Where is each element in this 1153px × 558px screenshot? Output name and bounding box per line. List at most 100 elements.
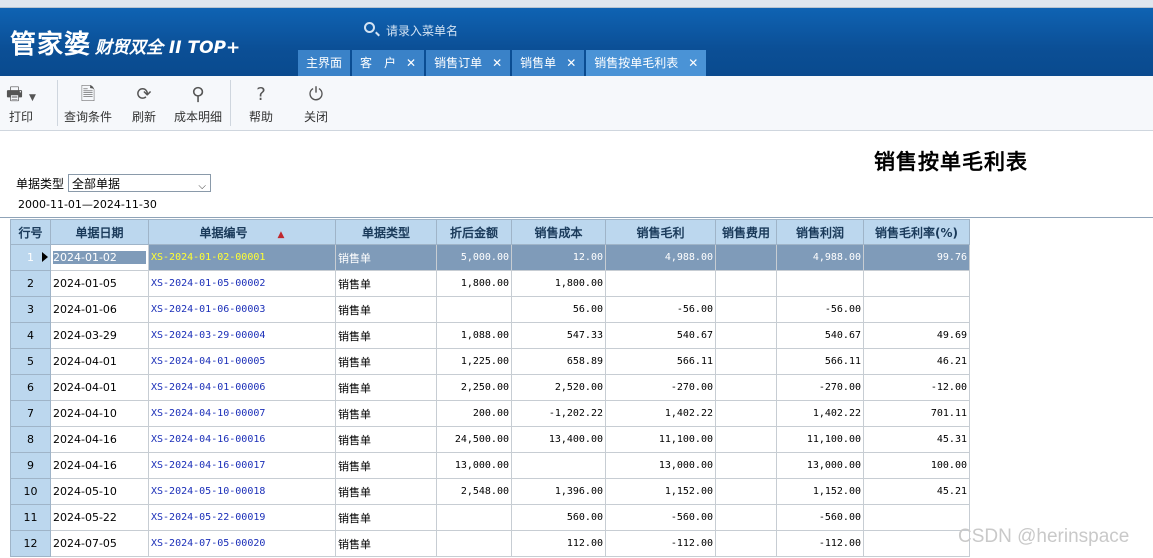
table-cell[interactable]: 2024-01-05 — [50, 270, 149, 297]
print-button[interactable]: 🖶 ▼ 打印 — [6, 84, 36, 125]
table-cell[interactable] — [436, 530, 512, 557]
table-row[interactable]: 6 2024-04-01 XS-2024-04-01-00006 销售单 2,250.0… — [10, 374, 970, 401]
table-cell[interactable]: 销售单 — [335, 244, 437, 271]
column-header[interactable]: 折后金额 — [436, 219, 512, 245]
table-cell[interactable]: 2024-04-01 — [50, 374, 149, 401]
table-cell[interactable]: 49.69 — [863, 322, 970, 349]
cost-detail-button[interactable]: ⚲ 成本明细 — [174, 84, 222, 125]
table-cell[interactable]: 2024-04-16 — [50, 426, 149, 453]
table-cell[interactable] — [715, 400, 777, 427]
table-cell[interactable]: 566.11 — [776, 348, 864, 375]
tab-sales-orders[interactable]: 销售订单 ✕ — [426, 50, 511, 76]
dropdown-arrow-icon[interactable]: ▼ — [29, 93, 36, 103]
table-cell[interactable] — [863, 270, 970, 297]
table-cell[interactable] — [715, 452, 777, 479]
table-cell[interactable]: 2024-04-01 — [50, 348, 149, 375]
table-cell[interactable]: XS-2024-04-01-00006 — [148, 374, 336, 401]
table-cell[interactable]: 701.11 — [863, 400, 970, 427]
table-cell[interactable]: 1,225.00 — [436, 348, 512, 375]
doc-type-select[interactable]: 全部单据 ⌵ — [68, 174, 212, 192]
table-cell[interactable]: 5,000.00 — [436, 244, 512, 271]
column-header[interactable]: 销售利润 — [776, 219, 864, 245]
table-cell[interactable]: 2024-07-05 — [50, 530, 149, 557]
table-cell[interactable]: -112.00 — [776, 530, 864, 557]
table-cell[interactable]: XS-2024-07-05-00020 — [148, 530, 336, 557]
table-cell[interactable]: XS-2024-04-01-00005 — [148, 348, 336, 375]
table-cell[interactable]: XS-2024-04-10-00007 — [148, 400, 336, 427]
table-cell[interactable] — [715, 322, 777, 349]
table-cell[interactable] — [715, 270, 777, 297]
column-header[interactable]: 单据类型 — [335, 219, 437, 245]
table-cell[interactable] — [605, 270, 716, 297]
table-cell[interactable]: XS-2024-01-05-00002 — [148, 270, 336, 297]
column-header[interactable]: 行号 — [10, 219, 51, 245]
table-cell[interactable]: -560.00 — [605, 504, 716, 531]
table-cell[interactable]: 2024-05-10 — [50, 478, 149, 505]
table-cell[interactable] — [715, 504, 777, 531]
table-cell[interactable]: -56.00 — [776, 296, 864, 323]
table-cell[interactable]: 12.00 — [511, 244, 606, 271]
table-cell[interactable]: 540.67 — [776, 322, 864, 349]
table-cell[interactable]: XS-2024-04-16-00016 — [148, 426, 336, 453]
table-cell[interactable]: 56.00 — [511, 296, 606, 323]
table-row[interactable]: 3 2024-01-06 XS-2024-01-06-00003 销售单 56.00 -5… — [10, 296, 970, 323]
tab-main[interactable]: 主界面 — [298, 50, 351, 76]
column-header[interactable]: 单据日期 — [50, 219, 149, 245]
table-row[interactable]: 12 2024-07-05 XS-2024-07-05-00020 销售单 112.00… — [10, 530, 970, 557]
column-header[interactable]: 销售费用 — [715, 219, 777, 245]
row-number[interactable]: 5 — [10, 348, 51, 375]
table-cell[interactable]: -560.00 — [776, 504, 864, 531]
table-cell[interactable]: -56.00 — [605, 296, 716, 323]
menu-search[interactable]: 请录入菜单名 — [364, 20, 544, 40]
table-cell[interactable]: 销售单 — [335, 322, 437, 349]
table-cell[interactable]: 销售单 — [335, 374, 437, 401]
row-number[interactable]: 9 — [10, 452, 51, 479]
table-cell[interactable]: 99.76 — [863, 244, 970, 271]
row-number[interactable]: 10 — [10, 478, 51, 505]
table-cell[interactable]: XS-2024-04-16-00017 — [148, 452, 336, 479]
table-row[interactable]: 8 2024-04-16 XS-2024-04-16-00016 销售单 24,500.… — [10, 426, 970, 453]
table-cell[interactable]: 11,100.00 — [605, 426, 716, 453]
table-cell[interactable]: 销售单 — [335, 452, 437, 479]
table-cell[interactable]: 销售单 — [335, 296, 437, 323]
table-row[interactable]: 1 2024-01-02 XS-2024-01-02-00001 销售单 5,000.0… — [10, 244, 970, 271]
table-cell[interactable]: 1,152.00 — [776, 478, 864, 505]
table-cell[interactable]: 46.21 — [863, 348, 970, 375]
table-cell[interactable]: 销售单 — [335, 504, 437, 531]
table-cell[interactable]: 2024-04-16 — [50, 452, 149, 479]
close-icon[interactable]: ✕ — [492, 50, 502, 76]
search-input[interactable]: 请录入菜单名 — [386, 22, 458, 39]
table-cell[interactable]: 1,800.00 — [511, 270, 606, 297]
table-cell[interactable]: 112.00 — [511, 530, 606, 557]
table-cell[interactable]: 2024-03-29 — [50, 322, 149, 349]
table-cell[interactable]: 24,500.00 — [436, 426, 512, 453]
table-cell[interactable]: 100.00 — [863, 452, 970, 479]
row-number[interactable]: 6 — [10, 374, 51, 401]
table-cell[interactable] — [863, 504, 970, 531]
table-cell[interactable]: 13,000.00 — [436, 452, 512, 479]
table-cell[interactable]: XS-2024-03-29-00004 — [148, 322, 336, 349]
column-header[interactable]: 销售成本 — [511, 219, 606, 245]
table-cell[interactable]: 11,100.00 — [776, 426, 864, 453]
row-number[interactable]: 8 — [10, 426, 51, 453]
query-conditions-button[interactable]: 🗎 查询条件 — [64, 84, 112, 125]
row-number[interactable]: 3 — [10, 296, 51, 323]
row-number[interactable]: 7 — [10, 400, 51, 427]
close-icon[interactable]: ✕ — [406, 50, 416, 76]
table-row[interactable]: 7 2024-04-10 XS-2024-04-10-00007 销售单 200.00-… — [10, 400, 970, 427]
column-header[interactable]: 单据编号 ▲ — [148, 219, 336, 245]
table-cell[interactable] — [715, 348, 777, 375]
table-row[interactable]: 2 2024-01-05 XS-2024-01-05-00002 销售单 1,800.0… — [10, 270, 970, 297]
table-cell[interactable]: XS-2024-01-02-00001 — [148, 244, 336, 271]
table-cell[interactable]: -112.00 — [605, 530, 716, 557]
table-cell[interactable] — [436, 504, 512, 531]
table-cell[interactable] — [715, 426, 777, 453]
table-cell[interactable]: 13,000.00 — [776, 452, 864, 479]
table-cell[interactable]: XS-2024-05-10-00018 — [148, 478, 336, 505]
table-cell[interactable]: -12.00 — [863, 374, 970, 401]
column-header[interactable]: 销售毛利率(%) — [863, 219, 970, 245]
table-cell[interactable]: 销售单 — [335, 270, 437, 297]
table-cell[interactable]: 销售单 — [335, 530, 437, 557]
table-cell[interactable]: -270.00 — [605, 374, 716, 401]
table-cell[interactable]: 4,988.00 — [776, 244, 864, 271]
